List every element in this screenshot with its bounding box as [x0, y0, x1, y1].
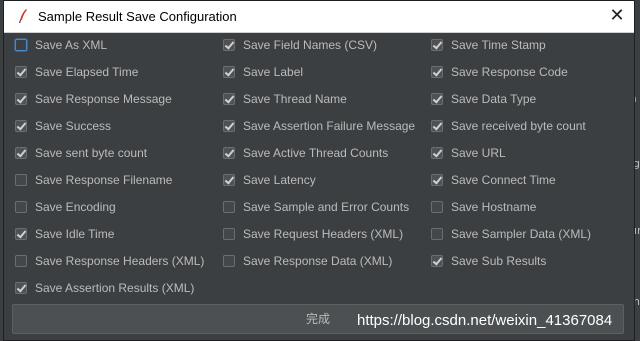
option-checkbox[interactable]: Save Label: [223, 63, 303, 81]
option-checkbox[interactable]: Save Success: [15, 117, 111, 135]
jmeter-feather-icon: [19, 9, 27, 23]
option-label: Save Request Headers (XML): [243, 227, 404, 241]
option-checkbox[interactable]: Save Response Code: [431, 63, 568, 81]
window-title: Sample Result Save Configuration: [38, 9, 237, 24]
checkbox-checked-icon[interactable]: [431, 174, 443, 186]
option-label: Save Response Filename: [35, 173, 173, 187]
option-checkbox[interactable]: Save Connect Time: [431, 171, 556, 189]
save-configuration-dialog: Sample Result Save Configuration ✕ Save …: [3, 0, 635, 341]
option-checkbox[interactable]: Save Active Thread Counts: [223, 144, 388, 162]
option-checkbox[interactable]: Save Latency: [223, 171, 316, 189]
option-checkbox[interactable]: Save Response Data (XML): [223, 252, 392, 270]
option-checkbox[interactable]: Save received byte count: [431, 117, 586, 135]
title-bar: Sample Result Save Configuration ✕: [4, 1, 634, 33]
option-label: Save Assertion Results (XML): [35, 281, 195, 295]
option-label: Save Latency: [243, 173, 316, 187]
option-label: Save Assertion Failure Message: [243, 119, 416, 133]
checkbox-unchecked-icon[interactable]: [431, 201, 443, 213]
checkbox-checked-icon[interactable]: [223, 66, 235, 78]
option-label: Save Response Message: [35, 92, 172, 106]
checkbox-unchecked-icon[interactable]: [223, 201, 235, 213]
option-label: Save Response Data (XML): [243, 254, 393, 268]
checkbox-unchecked-icon[interactable]: [15, 255, 27, 267]
option-checkbox[interactable]: Save Request Headers (XML): [223, 225, 403, 243]
checkbox-checked-icon[interactable]: [15, 228, 27, 240]
checkbox-checked-icon[interactable]: [431, 147, 443, 159]
option-checkbox[interactable]: Save Sample and Error Counts: [223, 198, 409, 216]
option-label: Save Sample and Error Counts: [243, 200, 410, 214]
checkbox-checked-icon[interactable]: [15, 147, 27, 159]
option-checkbox[interactable]: Save Thread Name: [223, 90, 347, 108]
option-label: Save Response Headers (XML): [35, 254, 205, 268]
option-label: Save Response Code: [451, 65, 568, 79]
checkbox-unchecked-icon[interactable]: [15, 201, 27, 213]
option-label: Save Connect Time: [451, 173, 556, 187]
option-checkbox[interactable]: Save Sampler Data (XML): [431, 225, 591, 243]
option-checkbox[interactable]: Save sent byte count: [15, 144, 147, 162]
option-checkbox[interactable]: Save Hostname: [431, 198, 536, 216]
option-checkbox[interactable]: Save Elapsed Time: [15, 63, 138, 81]
option-checkbox[interactable]: Save Sub Results: [431, 252, 546, 270]
option-checkbox[interactable]: Save Field Names (CSV): [223, 36, 377, 54]
checkbox-checked-icon[interactable]: [223, 120, 235, 132]
option-label: Save Field Names (CSV): [243, 38, 378, 52]
option-checkbox[interactable]: Save Response Message: [15, 90, 172, 108]
option-label: Save As XML: [35, 38, 108, 52]
close-button[interactable]: ✕: [605, 4, 629, 28]
checkbox-checked-icon[interactable]: [223, 174, 235, 186]
option-checkbox[interactable]: Save As XML: [15, 36, 107, 54]
checkbox-checked-icon[interactable]: [15, 93, 27, 105]
checkbox-unchecked-icon[interactable]: [223, 255, 235, 267]
option-label: Save Thread Name: [243, 92, 347, 106]
checkbox-unchecked-icon[interactable]: [431, 228, 443, 240]
option-checkbox[interactable]: Save Assertion Failure Message: [223, 117, 415, 135]
option-label: Save Idle Time: [35, 227, 115, 241]
option-label: Save Hostname: [451, 200, 537, 214]
option-label: Save Elapsed Time: [35, 65, 139, 79]
option-checkbox[interactable]: Save Response Headers (XML): [15, 252, 204, 270]
checkbox-checked-icon[interactable]: [223, 93, 235, 105]
option-checkbox[interactable]: Save Idle Time: [15, 225, 114, 243]
checkbox-unchecked-icon[interactable]: [15, 39, 27, 51]
option-label: Save Time Stamp: [451, 38, 546, 52]
option-checkbox[interactable]: Save Response Filename: [15, 171, 172, 189]
checkbox-checked-icon[interactable]: [223, 147, 235, 159]
option-label: Save received byte count: [451, 119, 586, 133]
option-label: Save Sub Results: [451, 254, 547, 268]
option-label: Save Sampler Data (XML): [451, 227, 592, 241]
option-checkbox[interactable]: Save URL: [431, 144, 506, 162]
checkbox-checked-icon[interactable]: [15, 282, 27, 294]
checkbox-checked-icon[interactable]: [15, 120, 27, 132]
checkbox-checked-icon[interactable]: [431, 66, 443, 78]
checkbox-checked-icon[interactable]: [223, 39, 235, 51]
checkbox-checked-icon[interactable]: [15, 66, 27, 78]
option-checkbox[interactable]: Save Time Stamp: [431, 36, 546, 54]
checkbox-checked-icon[interactable]: [431, 93, 443, 105]
option-label: Save Label: [243, 65, 304, 79]
checkbox-checked-icon[interactable]: [431, 255, 443, 267]
option-checkbox[interactable]: Save Data Type: [431, 90, 536, 108]
checkbox-unchecked-icon[interactable]: [15, 174, 27, 186]
option-label: Save Active Thread Counts: [243, 146, 389, 160]
checkbox-unchecked-icon[interactable]: [223, 228, 235, 240]
option-label: Save Success: [35, 119, 112, 133]
option-label: Save Data Type: [451, 92, 537, 106]
option-label: Save Encoding: [35, 200, 116, 214]
option-checkbox[interactable]: Save Assertion Results (XML): [15, 279, 194, 297]
options-grid: Save As XML Save Elapsed Time Save Respons…: [14, 35, 626, 302]
option-label: Save sent byte count: [35, 146, 148, 160]
checkbox-checked-icon[interactable]: [431, 120, 443, 132]
watermark-text: https://blog.csdn.net/weixin_41367084: [357, 312, 613, 329]
option-label: Save URL: [451, 146, 506, 160]
option-checkbox[interactable]: Save Encoding: [15, 198, 116, 216]
checkbox-checked-icon[interactable]: [431, 39, 443, 51]
